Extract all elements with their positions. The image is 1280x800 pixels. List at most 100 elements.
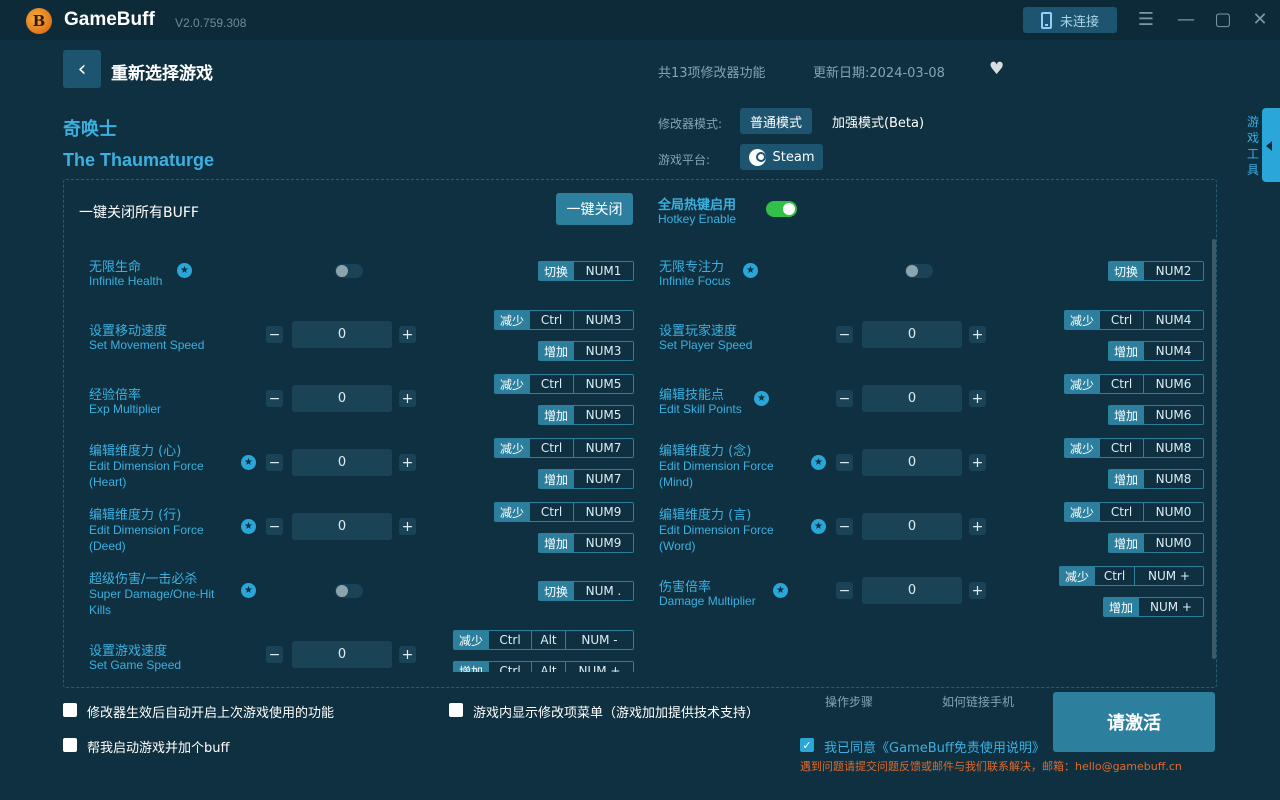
star-icon: ★	[773, 583, 788, 598]
update-date: 更新日期:2024-03-08	[813, 66, 945, 81]
decrease-button[interactable]: −	[266, 390, 283, 407]
hotkey-increase[interactable]: 增加 NUM9	[538, 533, 634, 553]
cheat-toggle[interactable]	[335, 584, 363, 598]
value-input[interactable]: 0	[292, 321, 392, 348]
decrease-button[interactable]: −	[836, 518, 853, 535]
increase-button[interactable]: +	[969, 454, 986, 471]
hotkey-increase[interactable]: 增加 NUM +	[1103, 597, 1204, 617]
hotkey-increase[interactable]: 增加 NUM7	[538, 469, 634, 489]
increase-tag: 增加	[539, 342, 573, 360]
normal-mode-button[interactable]: 普通模式	[740, 108, 812, 134]
hotkey-key: NUM6	[1143, 375, 1203, 393]
auto-enable-checkbox[interactable]	[63, 703, 77, 717]
hotkey-key: NUM -	[565, 631, 633, 649]
hotkey-increase[interactable]: 增加 NUM0	[1108, 533, 1204, 553]
close-icon[interactable]: ✕	[1250, 9, 1270, 30]
close-all-button[interactable]: 一键关闭	[556, 193, 633, 225]
value-input[interactable]: 0	[862, 577, 962, 604]
hotkey-toggle[interactable]: 切换 NUM1	[538, 261, 634, 281]
value-input[interactable]: 0	[292, 449, 392, 476]
hotkey-increase[interactable]: 增加 NUM3	[538, 341, 634, 361]
hotkey-increase[interactable]: 增加 NUM4	[1108, 341, 1204, 361]
increase-button[interactable]: +	[399, 646, 416, 663]
hotkey-decrease[interactable]: 减少 Ctrl NUM9	[494, 502, 634, 522]
hotkey-decrease[interactable]: 减少 Ctrl NUM3	[494, 310, 634, 330]
cheat-toggle[interactable]	[335, 264, 363, 278]
decrease-tag: 减少	[1065, 439, 1099, 457]
hotkey-decrease[interactable]: 减少 Ctrl NUM5	[494, 374, 634, 394]
agree-checkbox[interactable]: ✓	[800, 738, 814, 752]
modifier-key: Ctrl	[1099, 439, 1143, 457]
scrollbar[interactable]	[1212, 239, 1216, 659]
hotkey-decrease[interactable]: 减少 Ctrl NUM +	[1059, 566, 1204, 586]
hotkey-decrease[interactable]: 减少 Ctrl NUM4	[1064, 310, 1204, 330]
steps-link[interactable]: 操作步骤	[825, 693, 873, 710]
value-input[interactable]: 0	[862, 385, 962, 412]
increase-tag: 增加	[1109, 406, 1143, 424]
increase-button[interactable]: +	[969, 582, 986, 599]
cheat-name-en-line2: (Word)	[659, 539, 696, 553]
maximize-icon[interactable]: ▢	[1213, 9, 1233, 30]
decrease-tag: 减少	[1060, 567, 1094, 585]
hotkey-increase[interactable]: 增加 NUM6	[1108, 405, 1204, 425]
hotkey-decrease[interactable]: 减少 Ctrl NUM7	[494, 438, 634, 458]
decrease-button[interactable]: −	[266, 518, 283, 535]
collapse-arrow-icon[interactable]	[1266, 141, 1272, 151]
hotkey-decrease[interactable]: 减少 Ctrl Alt NUM -	[453, 630, 634, 650]
ingame-menu-checkbox[interactable]	[449, 703, 463, 717]
decrease-tag: 减少	[1065, 311, 1099, 329]
hotkey-key: NUM9	[573, 534, 633, 552]
phone-link[interactable]: 如何链接手机	[942, 693, 1014, 710]
cheat-name-en: Edit Dimension Force	[89, 523, 204, 537]
hotkey-increase[interactable]: 增加 Ctrl Alt NUM +	[453, 661, 634, 672]
minimize-icon[interactable]: —	[1176, 9, 1196, 30]
increase-button[interactable]: +	[399, 390, 416, 407]
increase-button[interactable]: +	[399, 518, 416, 535]
hotkey-key: NUM0	[1143, 503, 1203, 521]
decrease-button[interactable]: −	[266, 646, 283, 663]
favorite-heart-icon[interactable]: ♥	[989, 59, 1004, 79]
value-input[interactable]: 0	[292, 513, 392, 540]
connect-phone-button[interactable]: 未连接	[1023, 7, 1117, 33]
menu-icon[interactable]: ☰	[1136, 9, 1156, 30]
game-tools-label[interactable]: 游戏工具	[1246, 114, 1260, 178]
decrease-button[interactable]: −	[266, 326, 283, 343]
decrease-button[interactable]: −	[836, 582, 853, 599]
hotkey-increase[interactable]: 增加 NUM5	[538, 405, 634, 425]
value-input[interactable]: 0	[292, 385, 392, 412]
hotkey-key: NUM5	[573, 375, 633, 393]
hotkey-key: NUM7	[573, 439, 633, 457]
steam-platform-button[interactable]: Steam	[740, 144, 823, 170]
agree-label[interactable]: 我已同意《GameBuff免责使用说明》	[824, 737, 1045, 756]
activate-button[interactable]: 请激活	[1053, 692, 1215, 752]
hotkey-decrease[interactable]: 减少 Ctrl NUM6	[1064, 374, 1204, 394]
hotkey-enable-toggle[interactable]	[766, 201, 797, 217]
hotkey-decrease[interactable]: 减少 Ctrl NUM0	[1064, 502, 1204, 522]
increase-button[interactable]: +	[969, 518, 986, 535]
decrease-button[interactable]: −	[836, 326, 853, 343]
decrease-button[interactable]: −	[836, 390, 853, 407]
increase-button[interactable]: +	[969, 326, 986, 343]
back-button[interactable]: ‹	[63, 50, 101, 88]
increase-button[interactable]: +	[399, 326, 416, 343]
hotkey-key: NUM9	[573, 503, 633, 521]
hotkey-toggle[interactable]: 切换 NUM2	[1108, 261, 1204, 281]
decrease-button[interactable]: −	[836, 454, 853, 471]
gamebuff-logo-icon: B	[26, 8, 52, 34]
hotkey-increase[interactable]: 增加 NUM8	[1108, 469, 1204, 489]
value-input[interactable]: 0	[862, 449, 962, 476]
launch-help-checkbox[interactable]	[63, 738, 77, 752]
decrease-button[interactable]: −	[266, 454, 283, 471]
hotkey-key: NUM +	[1138, 598, 1203, 616]
enhanced-mode-button[interactable]: 加强模式(Beta)	[824, 108, 932, 134]
contact-info: 遇到问题请提交问题反馈或邮件与我们联系解决，邮箱：hello@gamebuff.…	[800, 760, 1182, 773]
decrease-tag: 减少	[495, 503, 529, 521]
increase-button[interactable]: +	[399, 454, 416, 471]
value-input[interactable]: 0	[292, 641, 392, 668]
hotkey-decrease[interactable]: 减少 Ctrl NUM8	[1064, 438, 1204, 458]
hotkey-toggle[interactable]: 切换 NUM .	[538, 581, 634, 601]
value-input[interactable]: 0	[862, 513, 962, 540]
increase-button[interactable]: +	[969, 390, 986, 407]
value-input[interactable]: 0	[862, 321, 962, 348]
cheat-toggle[interactable]	[905, 264, 933, 278]
